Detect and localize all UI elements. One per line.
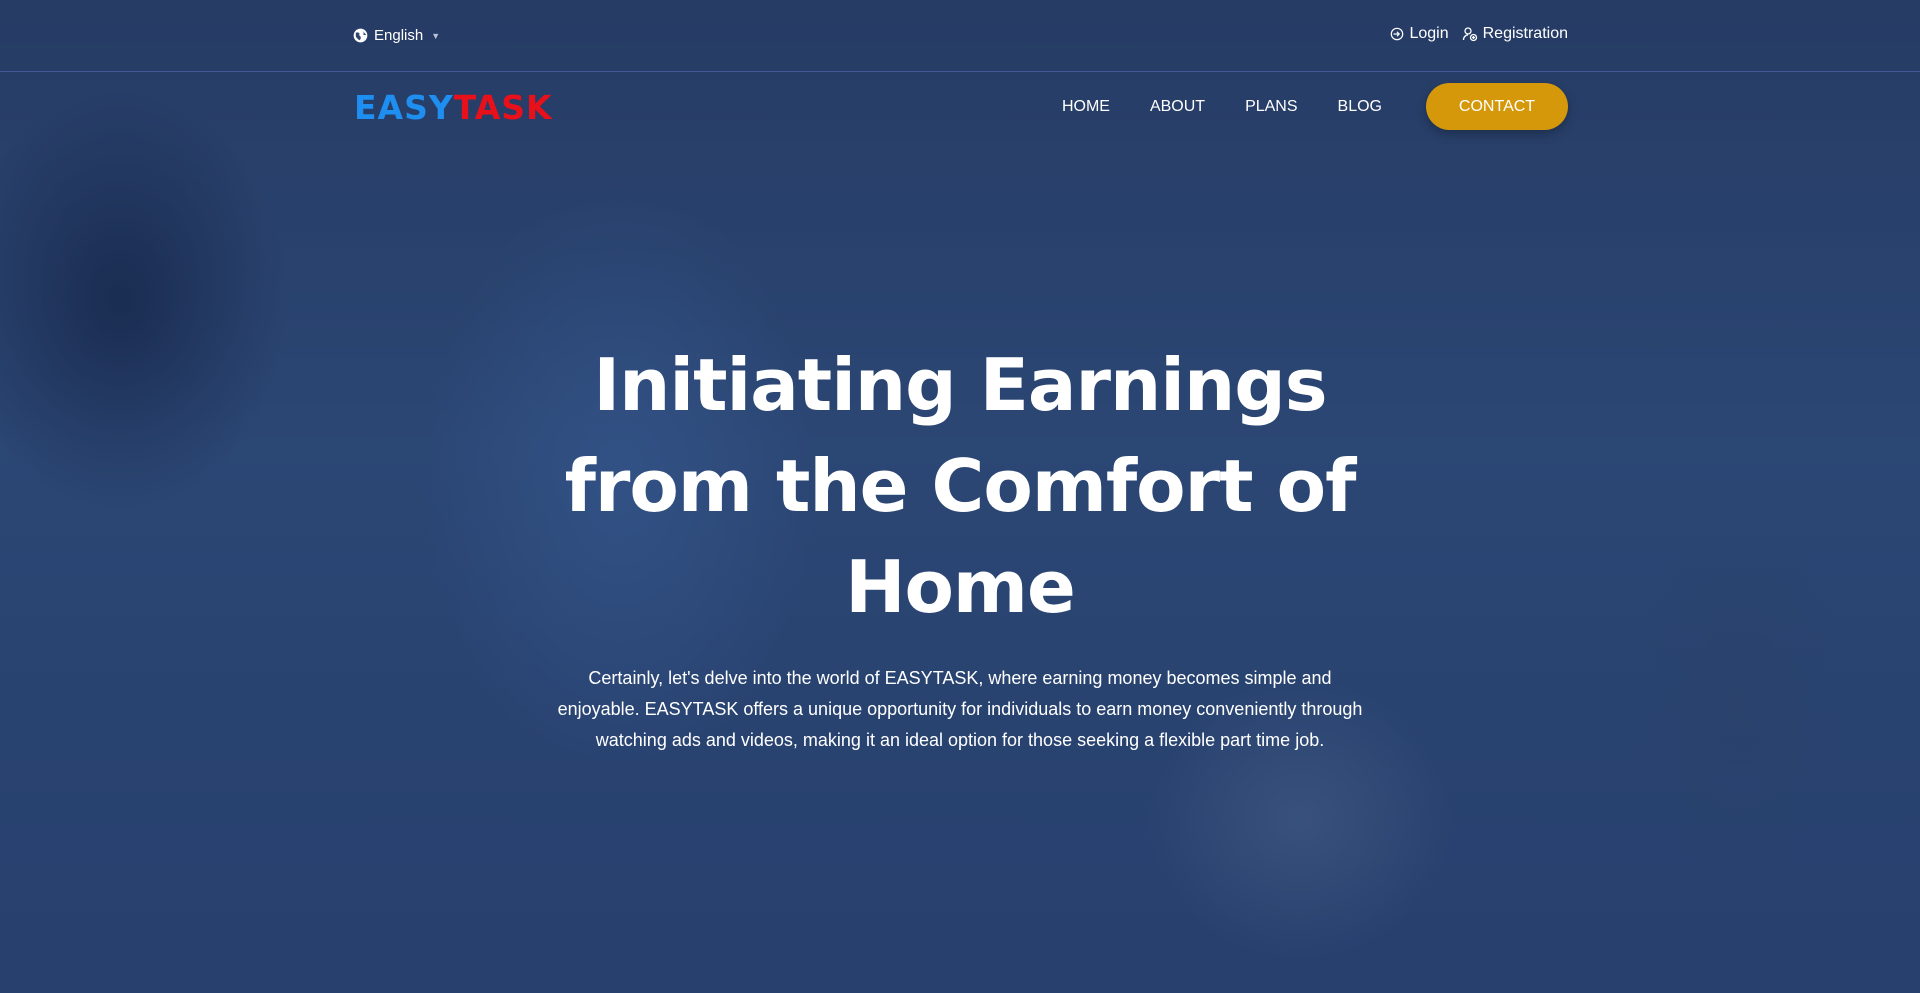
logo-task: TASK (453, 88, 553, 127)
description-line: Certainly, let's delve into the world of… (588, 668, 1332, 688)
nav-blog[interactable]: BLOG (1338, 98, 1382, 116)
nav-plans[interactable]: PLANS (1245, 98, 1297, 116)
login-link[interactable]: Login (1390, 25, 1449, 43)
sign-in-icon (1390, 27, 1404, 41)
top-bar: English ▼ Login Registration (0, 0, 1920, 72)
description-line: watching ads and videos, making it an id… (595, 730, 1325, 750)
globe-icon (353, 28, 368, 43)
nav-about[interactable]: ABOUT (1150, 98, 1205, 116)
hero-headline: Initiating Earnings from the Comfort of … (0, 335, 1920, 638)
registration-label: Registration (1482, 25, 1568, 42)
hero-description: Certainly, let's delve into the world of… (0, 663, 1920, 756)
logo-easy: EASY (354, 88, 454, 127)
headline-line: from the Comfort of (564, 444, 1357, 528)
auth-links: Login Registration (1390, 25, 1568, 43)
description-line: enjoyable. EASYTASK offers a unique oppo… (557, 699, 1363, 719)
nav-home[interactable]: HOME (1062, 98, 1110, 116)
main-nav: HOME ABOUT PLANS BLOG CONTACT (1062, 83, 1568, 130)
chevron-down-icon: ▼ (431, 30, 441, 41)
language-label: English (374, 27, 424, 44)
headline-line: Home (845, 545, 1076, 629)
registration-link[interactable]: Registration (1462, 25, 1568, 43)
language-selector[interactable]: English ▼ (353, 27, 440, 44)
user-add-icon (1462, 26, 1478, 42)
brand-logo[interactable]: EASYTASK (354, 88, 553, 127)
headline-line: Initiating Earnings (593, 343, 1327, 427)
contact-button[interactable]: CONTACT (1426, 83, 1568, 130)
login-label: Login (1409, 25, 1449, 42)
